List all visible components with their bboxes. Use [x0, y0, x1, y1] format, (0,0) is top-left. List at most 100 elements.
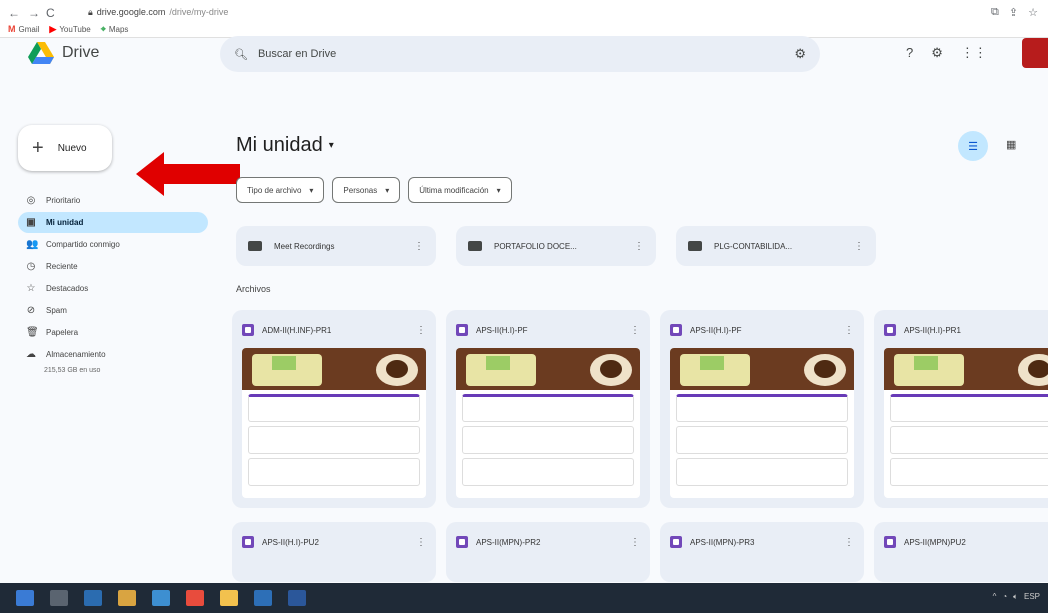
filter-chip-label: Última modificación [419, 185, 489, 195]
apps-grid-icon[interactable]: ⋮⋮ [961, 45, 987, 61]
search-taskbar-icon[interactable] [50, 590, 68, 606]
reload-icon[interactable]: C [46, 6, 55, 20]
file-card[interactable]: APS-II(MPN)-PR2 ⋮ [446, 522, 650, 582]
settings-icon[interactable]: ⚙ [931, 45, 943, 61]
bookmark-star-icon[interactable]: ☆ [1028, 6, 1038, 19]
file-card[interactable]: ADM-II(H.INF)-PR1 ⋮ [232, 310, 436, 508]
google-forms-icon [242, 324, 254, 336]
more-options-icon[interactable]: ⋮ [634, 241, 644, 252]
folder-item[interactable]: Meet Recordings ⋮ [236, 226, 436, 266]
sidebar-item-label: Spam [46, 306, 67, 315]
new-button[interactable]: + Nuevo [18, 125, 112, 171]
tray-up-icon[interactable]: ^ [993, 592, 997, 602]
google-forms-icon [456, 536, 468, 548]
google-forms-icon [456, 324, 468, 336]
sidebar-item-compartido-conmigo[interactable]: 👥 Compartido conmigo [18, 234, 208, 255]
grid-view-icon[interactable]: ▦ [1006, 138, 1016, 151]
search-input[interactable]: Buscar en Drive [258, 48, 336, 60]
more-options-icon[interactable]: ⋮ [416, 325, 426, 336]
sidebar-item-mi-unidad[interactable]: ▣ Mi unidad [18, 212, 208, 233]
file-card[interactable]: APS-II(H.I)-PF ⋮ [446, 310, 650, 508]
drive-logo[interactable]: Drive [28, 42, 99, 64]
folder-name: PORTAFOLIO DOCE... [494, 241, 577, 251]
app-icon-6[interactable] [220, 590, 238, 606]
folder-list: Meet Recordings ⋮ PORTAFOLIO DOCE... ⋮ PLG-C… [236, 226, 876, 266]
clock-icon: ◷ [26, 261, 36, 272]
youtube-icon: ▶ [49, 23, 57, 34]
folder-icon [248, 241, 262, 251]
file-card-header: APS-II(H.I)-PR1⋮ [884, 320, 1048, 340]
more-options-icon[interactable]: ⋮ [844, 537, 854, 548]
forward-icon[interactable]: → [28, 6, 40, 20]
more-options-icon[interactable]: ⋮ [844, 325, 854, 336]
star-icon: ☆ [26, 283, 36, 294]
more-options-icon[interactable]: ⋮ [630, 325, 640, 336]
more-options-icon[interactable]: ⋮ [630, 537, 640, 548]
folder-item[interactable]: PORTAFOLIO DOCE... ⋮ [456, 226, 656, 266]
folder-item[interactable]: PLG-CONTABILIDA... ⋮ [676, 226, 876, 266]
chevron-down-icon: ▾ [328, 140, 334, 151]
sidebar-item-almacenamiento[interactable]: ☁ Almacenamiento [18, 344, 208, 365]
start-icon[interactable] [16, 590, 34, 606]
extension-icon[interactable]: ⧉ [991, 6, 999, 19]
sidebar-item-papelera[interactable]: 🗑 Papelera [18, 322, 208, 343]
plus-icon: + [32, 136, 44, 159]
file-card[interactable]: APS-II(MPN)PU2⋮ [874, 522, 1048, 582]
list-view-toggle[interactable]: ☰ [958, 131, 988, 161]
chevron-down-icon: ▾ [385, 185, 390, 195]
file-card[interactable]: APS-II(H.I)-PR1⋮ [874, 310, 1048, 508]
search-icon[interactable]: 🔍︎ [234, 48, 248, 61]
page-title[interactable]: Mi unidad ▾ [236, 134, 334, 157]
back-icon[interactable]: ← [8, 6, 20, 20]
file-explorer-icon[interactable] [118, 590, 136, 606]
sidebar-item-reciente[interactable]: ◷ Reciente [18, 256, 208, 277]
top-actions: ? ⚙ ⋮⋮ [906, 45, 987, 61]
sidebar-item-label: Papelera [46, 328, 79, 337]
coffee-shape [814, 360, 836, 378]
chrome-icon[interactable] [186, 590, 204, 606]
more-options-icon[interactable]: ⋮ [854, 241, 864, 252]
file-name: APS-II(MPN)-PR3 [690, 537, 755, 547]
lock-icon: 🔒︎ [88, 6, 93, 17]
filter-bar: Tipo de archivo ▾ Personas ▾ Última modifica… [236, 177, 512, 203]
search-options-icon[interactable]: ⚙︎ [794, 46, 806, 62]
form-banner-image [670, 348, 854, 390]
filter-chip[interactable]: Personas ▾ [332, 177, 401, 203]
help-icon[interactable]: ? [906, 45, 913, 61]
avatar[interactable] [1022, 38, 1048, 68]
filter-chip-label: Personas [343, 185, 378, 195]
my-drive-icon: ▣ [26, 217, 36, 228]
google-forms-icon [884, 324, 896, 336]
sidebar-item-spam[interactable]: ⊘ Spam [18, 300, 208, 321]
form-banner-image [456, 348, 640, 390]
file-card[interactable]: APS-II(MPN)-PR3 ⋮ [660, 522, 864, 582]
mail-icon[interactable] [152, 590, 170, 606]
task-view-icon[interactable] [84, 590, 102, 606]
filter-chip[interactable]: Tipo de archivo ▾ [236, 177, 325, 203]
file-card[interactable]: APS-II(H.I)-PU2 ⋮ [232, 522, 436, 582]
form-section [248, 394, 420, 422]
sidebar-item-label: Mi unidad [46, 218, 84, 227]
app-icon-7[interactable] [254, 590, 272, 606]
filter-chip[interactable]: Última modificación ▾ [408, 177, 512, 203]
share-icon[interactable]: ⇪ [1009, 6, 1018, 19]
search-bar[interactable]: 🔍︎ Buscar en Drive ⚙︎ [220, 36, 820, 72]
cake-slice-shape [486, 356, 510, 370]
file-card-header: APS-II(H.I)-PF ⋮ [670, 320, 854, 340]
network-icon[interactable]: ◔ [1002, 592, 1007, 602]
sidebar-item-prioritario[interactable]: ◎ Prioritario [18, 190, 208, 211]
bookmark-maps[interactable]: ⌖ Maps [101, 24, 129, 35]
more-options-icon[interactable]: ⋮ [414, 241, 424, 252]
drive-logo-icon [28, 42, 54, 64]
file-card[interactable]: APS-II(H.I)-PF ⋮ [660, 310, 864, 508]
bookmark-gmail[interactable]: M Gmail [8, 24, 39, 34]
language-icon[interactable]: ESP [1024, 592, 1040, 602]
filter-view-icon: ☰ [968, 140, 978, 153]
volume-icon[interactable]: 🔈︎ [1013, 592, 1018, 602]
cake-slice-shape [272, 356, 296, 370]
sidebar-item-destacados[interactable]: ☆ Destacados [18, 278, 208, 299]
more-options-icon[interactable]: ⋮ [416, 537, 426, 548]
bookmark-youtube[interactable]: ▶ YouTube [49, 24, 90, 35]
address-bar[interactable]: 🔒︎ drive.google.com/drive/my-drive [88, 4, 948, 20]
word-icon[interactable] [288, 590, 306, 606]
